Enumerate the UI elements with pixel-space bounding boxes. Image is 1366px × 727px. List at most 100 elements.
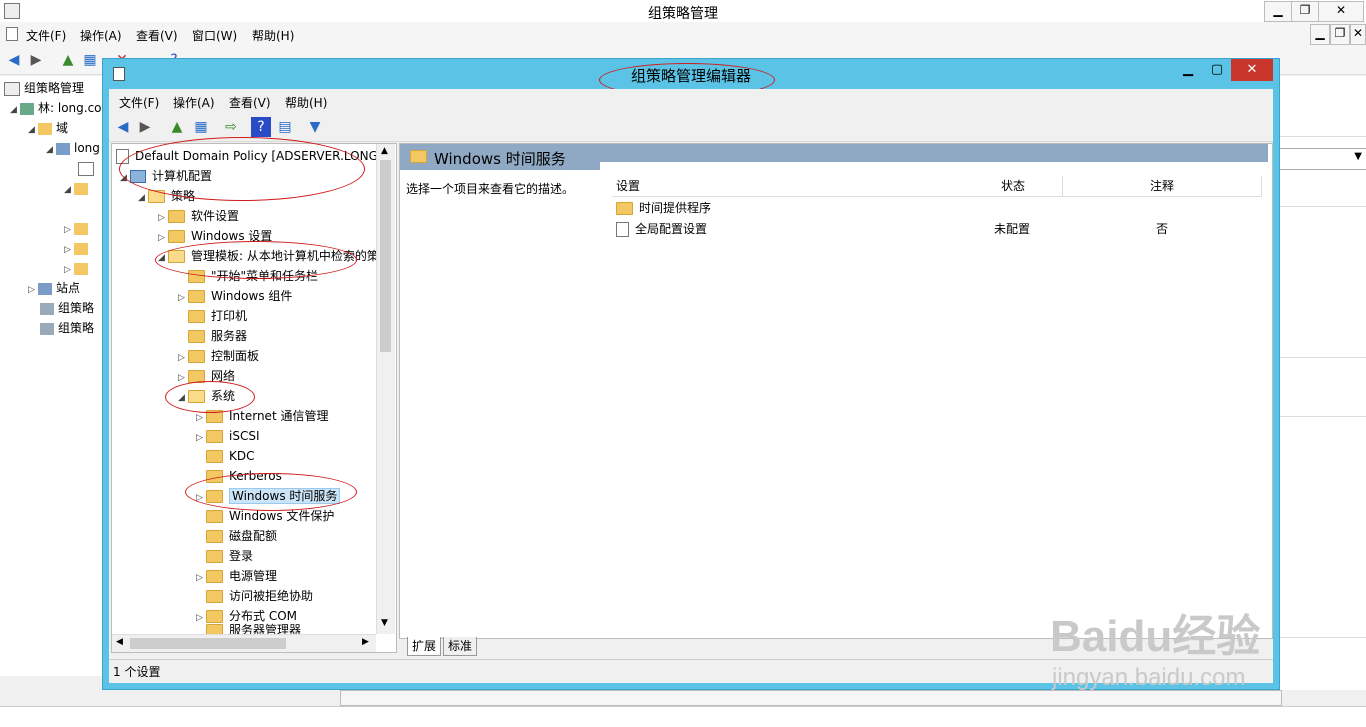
expand-arrow-icon[interactable]: ▷ (64, 220, 74, 240)
tree-node[interactable]: KDC (206, 446, 255, 466)
tree-node[interactable]: ▷ iSCSI (196, 426, 260, 446)
scroll-up-icon[interactable]: ▲ (381, 146, 388, 156)
tree-node[interactable]: ▷ 软件设置 (158, 206, 239, 226)
outer-minimize-button[interactable]: ▁ (1264, 1, 1292, 22)
tree-node[interactable]: 组策略 (40, 298, 94, 318)
tree-node[interactable]: ▷ Windows 设置 (158, 226, 272, 246)
menu-file[interactable]: 文件(F) (26, 27, 66, 44)
tree-node[interactable]: ◢ long (46, 138, 100, 158)
outer-close-button[interactable]: ✕ (1318, 1, 1364, 22)
menu-window[interactable]: 窗口(W) (192, 27, 237, 44)
list-item[interactable]: 全局配置设置 未配置 否 (616, 219, 1256, 239)
tree-node[interactable]: ◢ 计算机配置 (120, 166, 212, 186)
tree-node[interactable]: ▷ (64, 238, 92, 258)
tree-node[interactable]: ▷ 站点 (28, 278, 80, 298)
forward-icon[interactable]: ▶ (135, 117, 155, 137)
scroll-thumb[interactable] (130, 638, 286, 649)
outer-maximize-button[interactable]: ❐ (1291, 1, 1319, 22)
expand-arrow-icon[interactable]: ▷ (196, 488, 206, 508)
collapse-arrow-icon[interactable]: ◢ (10, 100, 20, 120)
tree-node[interactable]: ▷ 网络 (178, 366, 235, 386)
back-icon[interactable]: ◀ (4, 50, 24, 70)
expand-arrow-icon[interactable]: ▷ (158, 208, 168, 228)
expand-arrow-icon[interactable]: ▷ (28, 280, 38, 300)
menu-view[interactable]: 查看(V) (229, 94, 271, 111)
child-restore-button[interactable]: ❐ (1330, 24, 1350, 45)
collapse-arrow-icon[interactable]: ◢ (158, 248, 168, 268)
tree-node[interactable]: 磁盘配额 (206, 526, 277, 546)
up-folder-icon[interactable]: ▲ (167, 117, 187, 137)
expand-arrow-icon[interactable]: ▷ (196, 608, 206, 628)
tree-node[interactable]: ◢ 策略 (138, 186, 195, 206)
tree-node[interactable]: ▷ 控制面板 (178, 346, 259, 366)
expand-arrow-icon[interactable]: ▷ (178, 368, 188, 388)
column-header-state[interactable]: 状态 (964, 176, 1063, 197)
tree-node[interactable]: ▷ Windows 组件 (178, 286, 292, 306)
column-header-comment[interactable]: 注释 (1063, 176, 1262, 197)
scroll-thumb[interactable] (380, 160, 391, 352)
scroll-down-icon[interactable]: ▼ (381, 618, 388, 628)
menu-help[interactable]: 帮助(H) (252, 27, 294, 44)
tree-node[interactable]: 组策略 (40, 318, 94, 338)
tree-node[interactable]: 打印机 (188, 306, 247, 326)
collapse-arrow-icon[interactable]: ◢ (64, 180, 74, 200)
tree-node[interactable]: 访问被拒绝协助 (206, 586, 313, 606)
tree-node[interactable]: ▷ Internet 通信管理 (196, 406, 328, 426)
expand-arrow-icon[interactable]: ▷ (196, 428, 206, 448)
help-icon[interactable]: ? (251, 117, 271, 137)
console-tree-icon[interactable]: ▦ (191, 117, 211, 137)
console-tree-icon[interactable]: ▦ (80, 50, 100, 70)
menu-view[interactable]: 查看(V) (136, 27, 178, 44)
child-close-button[interactable]: ✕ (1350, 24, 1366, 45)
tree-node[interactable]: Default Domain Policy [ADSERVER.LONG.C (116, 146, 390, 166)
scroll-left-icon[interactable]: ◀ (116, 637, 123, 647)
properties-icon[interactable]: ▤ (275, 117, 295, 137)
forward-icon[interactable]: ▶ (26, 50, 46, 70)
tree-node[interactable]: ◢ (64, 178, 92, 198)
tab-extended[interactable]: 扩展 (407, 637, 442, 656)
expand-arrow-icon[interactable]: ▷ (196, 408, 206, 428)
inner-minimize-button[interactable]: ▁ (1173, 59, 1203, 81)
tree-node[interactable]: ◢ 管理模板: 从本地计算机中检索的策 (158, 246, 379, 266)
column-header-setting[interactable]: 设置 (612, 176, 965, 197)
tree-node[interactable]: ◢ 域 (28, 118, 68, 138)
up-folder-icon[interactable]: ▲ (58, 50, 78, 70)
menu-help[interactable]: 帮助(H) (285, 94, 327, 111)
scroll-right-icon[interactable]: ▶ (362, 637, 369, 647)
expand-arrow-icon[interactable]: ▷ (178, 348, 188, 368)
child-minimize-button[interactable]: ▁ (1310, 24, 1330, 45)
collapse-arrow-icon[interactable]: ◢ (138, 188, 148, 208)
menu-file[interactable]: 文件(F) (119, 94, 159, 111)
collapse-arrow-icon[interactable]: ◢ (120, 168, 130, 188)
tree-node-selected[interactable]: ▷ Windows 时间服务 (196, 486, 341, 508)
collapse-arrow-icon[interactable]: ◢ (178, 388, 188, 408)
tree-node[interactable]: "开始"菜单和任务栏 (188, 266, 318, 286)
tree-node[interactable]: ▷ (64, 258, 92, 278)
tree-node[interactable]: 登录 (206, 546, 253, 566)
expand-arrow-icon[interactable]: ▷ (196, 568, 206, 588)
expand-arrow-icon[interactable]: ▷ (178, 288, 188, 308)
inner-maximize-button[interactable]: ▢ (1203, 59, 1231, 81)
collapse-arrow-icon[interactable]: ◢ (28, 120, 38, 140)
tree-horizontal-scrollbar[interactable]: ◀ ▶ (112, 634, 376, 652)
menu-action[interactable]: 操作(A) (80, 27, 122, 44)
tree-node[interactable] (78, 158, 98, 178)
tree-node[interactable]: Kerberos (206, 466, 282, 486)
list-item[interactable]: 时间提供程序 (616, 198, 711, 218)
menu-action[interactable]: 操作(A) (173, 94, 215, 111)
export-list-icon[interactable]: ⇨ (221, 117, 241, 137)
outer-dropdown[interactable]: ▼ (1277, 148, 1366, 170)
tree-node[interactable]: ▷ 电源管理 (196, 566, 277, 586)
expand-arrow-icon[interactable]: ▷ (158, 228, 168, 248)
tree-node[interactable]: 服务器 (188, 326, 247, 346)
filter-icon[interactable]: ▼ (305, 117, 325, 137)
tree-vertical-scrollbar[interactable]: ▲ ▼ (376, 144, 395, 634)
tree-node[interactable]: 组策略管理 (4, 78, 84, 98)
tab-standard[interactable]: 标准 (443, 637, 478, 656)
expand-arrow-icon[interactable]: ▷ (64, 260, 74, 280)
tree-node[interactable]: ▷ (64, 218, 92, 238)
back-icon[interactable]: ◀ (113, 117, 133, 137)
expand-arrow-icon[interactable]: ▷ (64, 240, 74, 260)
inner-close-button[interactable]: ✕ (1231, 59, 1273, 81)
tree-node[interactable]: ◢ 系统 (178, 386, 235, 406)
